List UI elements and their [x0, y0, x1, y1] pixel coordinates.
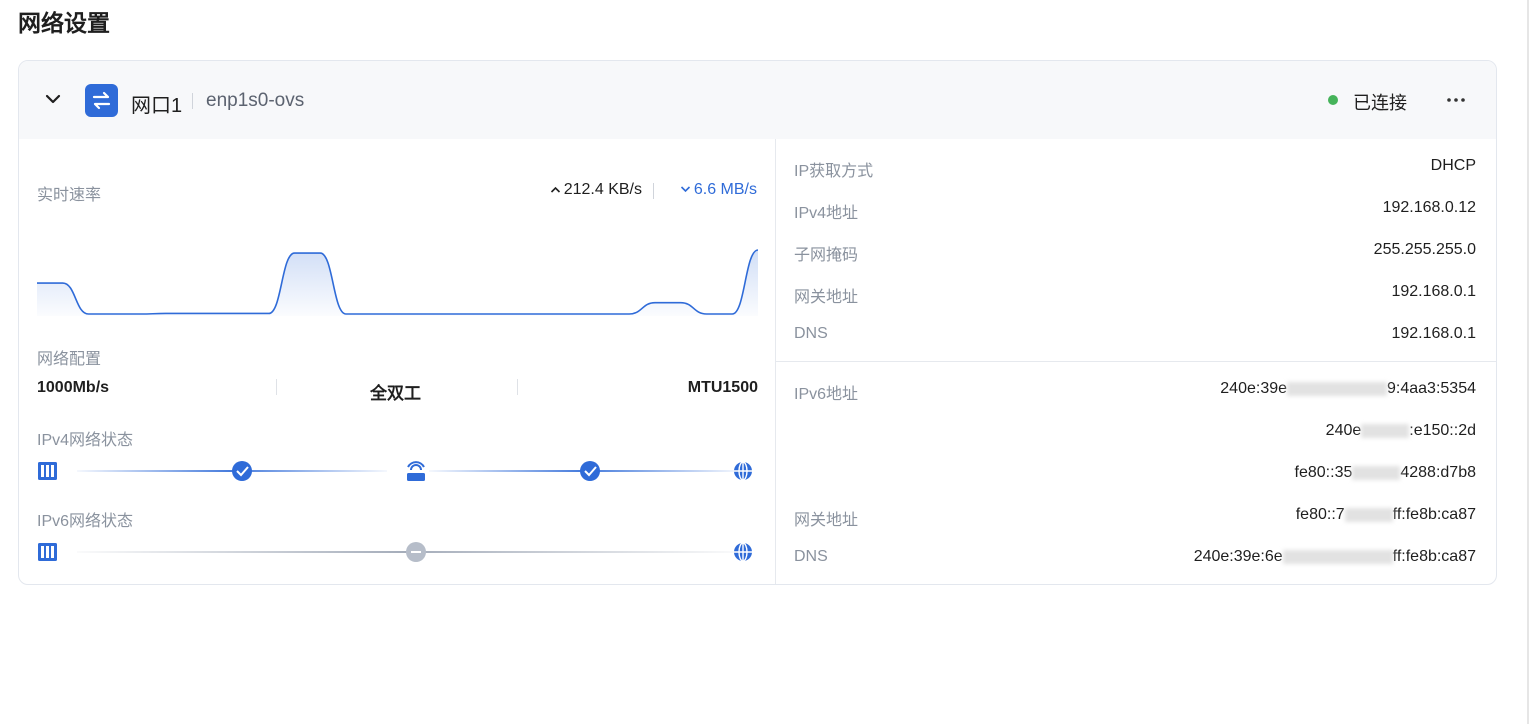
- config-label: 网络配置: [37, 351, 102, 368]
- upload-speed: 212.4 KB/s: [539, 181, 642, 199]
- ip-method-value: DHCP: [1430, 157, 1476, 174]
- ipv6-status-label: IPv6网络状态: [37, 513, 134, 530]
- config-speed: 1000Mb/s: [37, 379, 110, 396]
- config-mtu: MTU1500: [687, 379, 758, 396]
- scrollbar-track[interactable]: [1527, 0, 1529, 724]
- ipv6-dns-label: DNS: [794, 548, 828, 565]
- arrow-up-icon: [550, 186, 560, 193]
- ipv4-status-label: IPv4网络状态: [37, 432, 134, 449]
- ipv6-gateway-suffix: ff:fe8b:ca87: [1392, 506, 1476, 523]
- globe-icon: [734, 461, 752, 481]
- check-circle-icon: [232, 461, 252, 481]
- arrow-down-icon: [680, 186, 690, 193]
- section-divider: [776, 361, 1496, 362]
- port-transfer-icon: [85, 84, 118, 117]
- check-circle-icon: [580, 461, 600, 481]
- ipv6-address-2: 240e :e150::2d: [1326, 422, 1476, 440]
- ipv6-gateway-label: 网关地址: [794, 512, 859, 529]
- download-speed-value: 6.6 MB/s: [693, 181, 757, 198]
- config-duplex: 全双工: [370, 384, 421, 403]
- config-separator: [517, 379, 518, 395]
- ipv6-dns-value: 240e:39e:6e ff:fe8b:ca87: [1194, 548, 1476, 566]
- server-icon: [38, 543, 57, 561]
- gateway-label: 网关地址: [794, 289, 859, 306]
- ipv6-address-3: fe80::35 4288:d7b8: [1295, 464, 1476, 482]
- page-title: 网络设置: [18, 10, 110, 36]
- subnet-mask-value: 255.255.255.0: [1373, 241, 1476, 258]
- ipv6-address-3-suffix: 4288:d7b8: [1400, 464, 1476, 481]
- redacted-blur: [1282, 549, 1393, 564]
- redacted-blur: [1361, 423, 1410, 438]
- ipv6-address-2-suffix: :e150::2d: [1409, 422, 1476, 439]
- ipv6-address-1: 240e:39e 9:4aa3:5354: [1220, 380, 1476, 398]
- gateway-value: 192.168.0.1: [1391, 283, 1476, 300]
- interface-name: enp1s0-ovs: [206, 90, 305, 111]
- ipv6-gateway-value: fe80::7 ff:fe8b:ca87: [1296, 506, 1476, 524]
- redacted-blur: [1287, 381, 1388, 396]
- ipv4-address-label: IPv4地址: [794, 205, 859, 222]
- ipv4-status-track: [38, 461, 752, 481]
- network-port-card: 网口1 enp1s0-ovs 已连接 实时速率 212.4 KB/s 6.6 M…: [18, 60, 1497, 585]
- ipv6-address-3-prefix: fe80::35: [1294, 464, 1353, 481]
- more-options-icon[interactable]: [1443, 91, 1469, 109]
- ip-method-label: IP获取方式: [794, 163, 874, 180]
- speed-label: 实时速率: [37, 187, 102, 204]
- ipv6-address-1-suffix: 9:4aa3:5354: [1387, 380, 1476, 397]
- redacted-blur: [1344, 507, 1393, 522]
- speed-chart-area: [37, 250, 758, 316]
- ipv6-dns-suffix: ff:fe8b:ca87: [1392, 548, 1476, 565]
- minus-circle-icon: [406, 542, 426, 562]
- header-separator: [192, 93, 193, 109]
- port-name: 网口1: [131, 95, 183, 117]
- dns-label: DNS: [794, 325, 828, 342]
- globe-icon: [734, 542, 752, 562]
- ipv4-address-value: 192.168.0.12: [1382, 199, 1476, 216]
- ipv6-gateway-prefix: fe80::7: [1295, 506, 1345, 523]
- chevron-down-icon[interactable]: [43, 89, 63, 109]
- subnet-mask-label: 子网掩码: [794, 247, 859, 264]
- server-icon: [38, 462, 57, 480]
- ipv6-address-1-prefix: 240e:39e: [1220, 380, 1288, 397]
- redacted-blur: [1352, 465, 1401, 480]
- ipv6-address-2-prefix: 240e: [1325, 422, 1362, 439]
- card-header: 网口1 enp1s0-ovs 已连接: [19, 61, 1496, 139]
- speed-separator: [653, 183, 654, 199]
- speed-chart-line: [37, 249, 758, 315]
- connection-status: 已连接: [1353, 93, 1407, 113]
- ipv6-status-track: [38, 542, 752, 562]
- download-speed: 6.6 MB/s: [667, 181, 757, 199]
- router-icon: [407, 461, 425, 481]
- speed-chart: [37, 249, 758, 316]
- dns-value: 192.168.0.1: [1391, 325, 1476, 342]
- ipv6-address-label: IPv6地址: [794, 386, 859, 403]
- ipv6-dns-prefix: 240e:39e:6e: [1193, 548, 1283, 565]
- status-dot: [1328, 95, 1338, 105]
- upload-speed-value: 212.4 KB/s: [563, 181, 642, 198]
- config-separator: [276, 379, 277, 395]
